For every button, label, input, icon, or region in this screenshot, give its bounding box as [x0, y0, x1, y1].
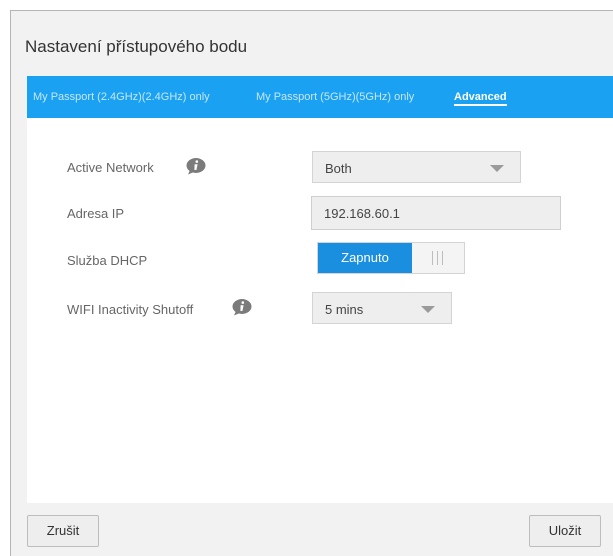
- toggle-grip-icon: [412, 243, 464, 273]
- tab-passport-5ghz[interactable]: My Passport (5GHz)(5GHz) only: [256, 91, 414, 103]
- wifi-shutoff-select[interactable]: 5 mins: [312, 292, 452, 324]
- active-network-label: Active Network: [67, 160, 154, 175]
- active-network-value: Both: [325, 161, 352, 176]
- active-network-select[interactable]: Both: [312, 151, 521, 183]
- dialog-title: Nastavení přístupového bodu: [25, 37, 248, 56]
- settings-panel: Active Network Both Adresa IP Služba DHC…: [27, 118, 613, 503]
- ip-address-input[interactable]: [311, 196, 561, 230]
- save-button[interactable]: Uložit: [529, 515, 601, 547]
- chevron-down-icon: [490, 165, 504, 172]
- cancel-button[interactable]: Zrušit: [27, 515, 99, 547]
- dhcp-toggle[interactable]: Zapnuto: [317, 242, 465, 274]
- tab-bar: My Passport (2.4GHz)(2.4GHz) only My Pas…: [27, 76, 613, 118]
- dhcp-toggle-state: Zapnuto: [318, 243, 412, 273]
- tab-advanced[interactable]: Advanced: [454, 91, 507, 106]
- tab-passport-2-4ghz[interactable]: My Passport (2.4GHz)(2.4GHz) only: [33, 91, 210, 103]
- access-point-settings-dialog: Nastavení přístupového bodu My Passport …: [10, 10, 613, 556]
- ip-address-label: Adresa IP: [67, 206, 125, 221]
- dhcp-label: Služba DHCP: [67, 253, 148, 268]
- chevron-down-icon: [421, 306, 435, 313]
- wifi-shutoff-label: WIFI Inactivity Shutoff: [67, 302, 194, 317]
- info-icon[interactable]: [232, 299, 252, 316]
- info-icon[interactable]: [186, 158, 206, 175]
- wifi-shutoff-value: 5 mins: [325, 302, 364, 317]
